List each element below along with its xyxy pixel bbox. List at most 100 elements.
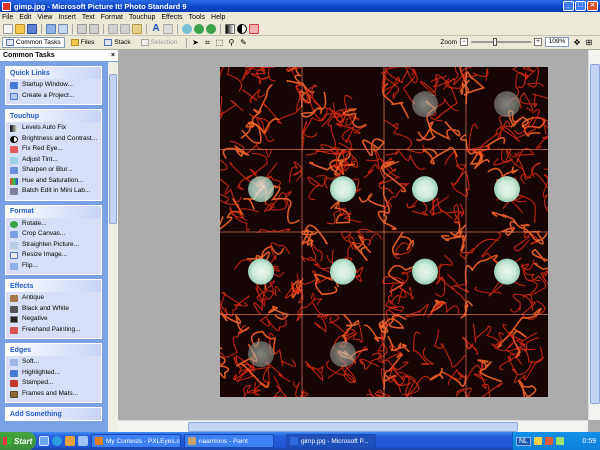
taskbar-window-button[interactable]: gimp.jpg - Microsoft P... [286,434,376,448]
quick-launch-browser-icon[interactable] [52,436,62,446]
task-pane-scrollbar[interactable] [108,62,118,432]
menu-format[interactable]: Format [101,14,123,21]
task-pane-scroll-thumb[interactable] [109,74,117,224]
menu-tools[interactable]: Tools [189,14,205,21]
eyedropper-tool-icon[interactable]: ✎ [238,38,248,48]
zoom-tool-icon[interactable]: ⚲ [226,38,236,48]
vertical-scrollbar[interactable] [588,50,600,420]
language-indicator[interactable]: NL [516,436,531,446]
rotate-right-icon[interactable] [206,23,216,34]
marquee-tool-icon[interactable]: ⬚ [214,38,224,48]
text-icon[interactable]: A [151,23,161,34]
crop-tool-icon[interactable]: ⌗ [202,38,212,48]
print-icon[interactable] [46,23,56,34]
volume-icon[interactable] [555,437,564,445]
menu-view[interactable]: View [37,14,52,21]
task-link[interactable]: Black and White [10,305,99,313]
undo-icon[interactable] [77,23,87,34]
rotate-left-icon[interactable] [182,23,192,34]
network-icon[interactable] [533,437,542,445]
print-preview-icon[interactable] [58,23,68,34]
task-link[interactable]: Stamped... [10,379,99,387]
task-link[interactable]: Hue and Saturation... [10,177,99,185]
new-icon[interactable] [3,23,13,34]
vertical-scroll-thumb[interactable] [590,64,600,404]
paint-bucket-icon[interactable] [163,23,173,34]
horizontal-scroll-thumb[interactable] [188,422,518,432]
task-pane-close-icon[interactable]: × [111,52,115,59]
redo-icon[interactable] [89,23,99,34]
close-button[interactable]: × [587,1,598,11]
task-link[interactable]: Brightness and Contrast... [10,135,99,143]
quick-launch-desktop-icon[interactable] [39,436,49,446]
tab-selection[interactable]: Selection [137,37,182,48]
antique-icon [10,295,18,302]
menu-insert[interactable]: Insert [58,14,76,21]
quick-launch-media-icon[interactable] [65,436,75,446]
tab-common-tasks[interactable]: Common Tasks [2,37,65,48]
panel-title[interactable]: Edges [6,344,101,356]
menu-edit[interactable]: Edit [19,14,31,21]
task-link[interactable]: Levels Auto Fix [10,124,99,132]
task-link[interactable]: Frames and Mats... [10,390,99,398]
open-icon[interactable] [15,23,25,34]
horizontal-scrollbar[interactable] [118,420,588,432]
task-link[interactable]: Sharpen or Blur... [10,166,99,174]
minimize-button[interactable]: _ [563,1,574,11]
menu-file[interactable]: File [2,14,13,21]
menu-effects[interactable]: Effects [161,14,182,21]
task-link[interactable]: Resize Image... [10,251,99,259]
start-button[interactable]: Start [0,432,36,450]
paste-icon[interactable] [132,23,142,34]
task-link[interactable]: Flip... [10,262,99,270]
panel-title[interactable]: Add Something [6,408,101,420]
task-link-label: Resize Image... [22,251,68,258]
red-eye-icon[interactable] [249,23,259,34]
panel-effects: Effects Antique Black and White Negative… [5,279,102,339]
zoom-out-button[interactable]: − [460,38,468,46]
zoom-slider-thumb[interactable] [493,38,497,46]
panel-title[interactable]: Touchup [6,110,101,122]
zoom-in-button[interactable]: + [534,38,542,46]
taskbar-window-button[interactable]: naamloos - Paint [184,434,274,448]
contrast-icon[interactable] [237,23,247,34]
task-link[interactable]: Crop Canvas... [10,230,99,238]
task-link[interactable]: Negative [10,315,99,323]
copy-icon[interactable] [120,23,130,34]
tab-stack[interactable]: Stack [100,37,134,48]
zoom-value-box[interactable]: 109% [545,37,569,47]
task-link[interactable]: Startup Window... [10,81,99,89]
task-link[interactable]: Antique [10,294,99,302]
task-link[interactable]: Rotate... [10,220,99,228]
task-link[interactable]: Straighten Picture... [10,241,99,249]
task-link[interactable]: Freehand Painting... [10,326,99,334]
menu-touchup[interactable]: Touchup [129,14,155,21]
levels-icon[interactable] [225,23,235,34]
photo-canvas[interactable] [220,67,548,397]
maximize-button[interactable]: □ [575,1,586,11]
save-icon[interactable] [27,23,37,34]
menu-text[interactable]: Text [82,14,95,21]
task-link[interactable]: Adjust Tint... [10,156,99,164]
task-link[interactable]: Batch Edit in Mini Lab... [10,187,99,195]
panel-title[interactable]: Quick Links [6,67,101,79]
security-icon[interactable] [544,437,553,445]
zoom-slider[interactable] [471,38,531,46]
panel-title[interactable]: Effects [6,280,101,292]
taskbar-window-button[interactable]: My Contests - PXLEyes.c... [91,434,181,448]
stack-icon [104,39,113,46]
menu-help[interactable]: Help [211,14,225,21]
panel-title[interactable]: Format [6,205,101,218]
task-link[interactable]: Soft... [10,358,99,366]
task-link[interactable]: Fix Red Eye... [10,145,99,153]
quick-launch-explorer-icon[interactable] [78,436,88,446]
task-link[interactable]: Create a Project... [10,92,99,100]
system-tray: NL 0:59 [512,432,600,450]
actual-size-icon[interactable]: ⊞ [584,37,594,47]
rotate-icon[interactable] [194,23,204,34]
cut-icon[interactable] [108,23,118,34]
pointer-tool-icon[interactable]: ➤ [190,38,200,48]
task-link[interactable]: Highlighted... [10,369,99,377]
fit-to-window-icon[interactable]: ✥ [572,37,582,47]
tab-files[interactable]: Files [67,37,99,48]
